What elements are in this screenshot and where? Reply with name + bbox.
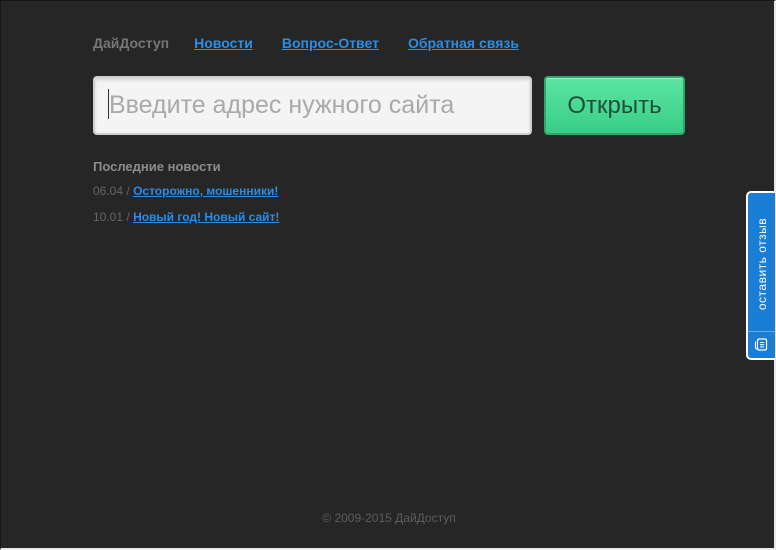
feedback-tab-label: оставить отзыв: [755, 217, 770, 311]
brand-name: ДайДоступ: [93, 35, 170, 51]
news-separator: /: [126, 210, 130, 224]
news-heading: Последние новости: [93, 159, 221, 174]
feedback-icon: [754, 338, 768, 351]
footer-copyright: © 2009-2015 ДайДоступ: [322, 511, 456, 525]
news-link[interactable]: Осторожно, мошенники!: [133, 184, 278, 198]
feedback-tab[interactable]: оставить отзыв: [746, 191, 775, 360]
news-link[interactable]: Новый год! Новый сайт!: [133, 210, 279, 224]
open-button[interactable]: Открыть: [544, 76, 685, 135]
top-nav: ДайДоступ Новости Вопрос-Ответ Обратная …: [93, 35, 548, 51]
news-separator: /: [126, 184, 130, 198]
feedback-tab-divider: [748, 331, 775, 332]
news-item: 10.01 / Новый год! Новый сайт!: [93, 208, 279, 226]
nav-link-news[interactable]: Новости: [194, 35, 253, 51]
news-date: 06.04: [93, 184, 124, 198]
nav-link-faq[interactable]: Вопрос-Ответ: [282, 35, 379, 51]
latest-news: Последние новости 06.04 / Осторожно, мош…: [93, 159, 279, 234]
news-item: 06.04 / Осторожно, мошенники!: [93, 182, 279, 200]
news-date: 10.01: [93, 210, 124, 224]
text-caret: [108, 89, 109, 119]
nav-link-contact[interactable]: Обратная связь: [408, 35, 519, 51]
page-frame: ДайДоступ Новости Вопрос-Ответ Обратная …: [0, 0, 776, 550]
url-input[interactable]: [93, 76, 532, 135]
